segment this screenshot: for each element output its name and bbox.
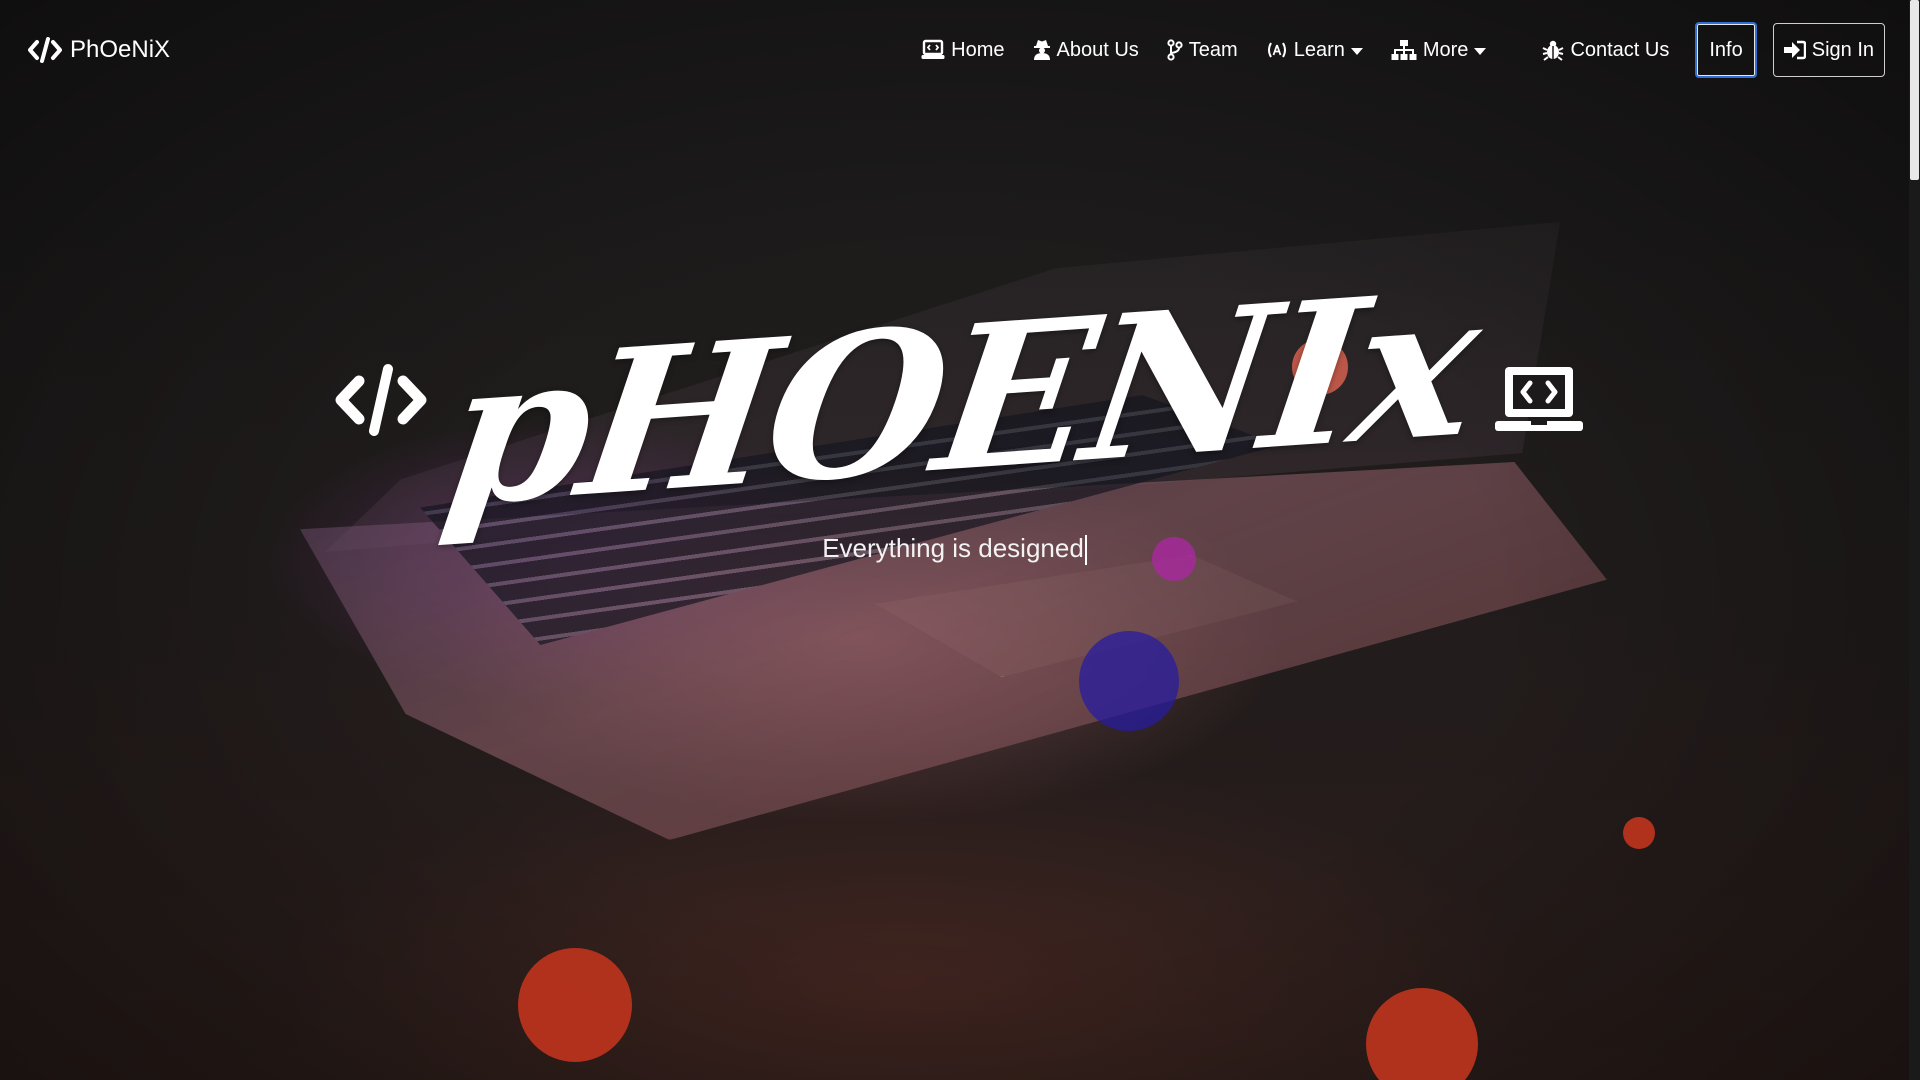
laptop-code-icon — [1493, 363, 1585, 437]
nav-item-learn-dropdown[interactable]: Learn — [1266, 39, 1363, 62]
hero-title: pHOENIx — [432, 247, 1488, 552]
sitemap-icon — [1391, 39, 1417, 61]
nav-item-label: Learn — [1293, 38, 1345, 61]
nav-item-label: About Us — [1056, 38, 1139, 61]
code-icon — [335, 363, 427, 437]
info-button-label: Info — [1709, 38, 1743, 61]
nav-item-more-dropdown[interactable]: More — [1391, 39, 1487, 62]
nav-menu: Home About Us Team Learn More Contact Us… — [893, 22, 1885, 78]
code-icon — [28, 37, 62, 63]
sign-in-button[interactable]: Sign In — [1772, 23, 1885, 77]
page-scrollbar[interactable] — [1909, 0, 1920, 1080]
caret-down-icon — [1350, 47, 1363, 55]
hero-subtitle: Everything is designed — [0, 533, 1909, 566]
floating-bubble — [1079, 631, 1179, 731]
nav-item-contact-us[interactable]: Contact Us — [1542, 39, 1669, 62]
brand-link[interactable]: PhOeNiX — [28, 36, 170, 64]
nav-item-home[interactable]: Home — [921, 38, 1005, 62]
page: PhOeNiX Home About Us Team Learn More Co… — [0, 0, 1920, 1080]
floating-bubble — [518, 948, 632, 1062]
caret-down-icon — [1474, 47, 1487, 55]
typing-cursor — [1084, 535, 1087, 566]
nav-item-about-us[interactable]: About Us — [1033, 39, 1139, 62]
nav-item-label: Contact Us — [1570, 38, 1670, 61]
laptop-code-icon — [921, 39, 945, 61]
hero-subtitle-text: Everything is designed — [822, 533, 1084, 563]
code-branch-icon — [1167, 39, 1183, 61]
nav-item-team[interactable]: Team — [1167, 39, 1238, 62]
broadcast-icon — [1266, 40, 1288, 60]
hero-title-block: pHOENIx — [335, 247, 1583, 552]
top-navbar: PhOeNiX Home About Us Team Learn More Co… — [0, 0, 1909, 100]
scrollbar-thumb[interactable] — [1910, 0, 1919, 180]
info-button[interactable]: Info — [1695, 22, 1757, 78]
brand-name: PhOeNiX — [70, 36, 171, 63]
bug-icon — [1542, 39, 1564, 61]
nav-item-label: Home — [951, 38, 1005, 61]
user-secret-icon — [1033, 39, 1051, 61]
sign-in-button-label: Sign In — [1811, 38, 1874, 61]
nav-item-label: More — [1422, 38, 1469, 61]
sign-in-icon — [1783, 40, 1806, 60]
nav-item-label: Team — [1188, 38, 1238, 61]
floating-bubble — [1623, 817, 1655, 849]
